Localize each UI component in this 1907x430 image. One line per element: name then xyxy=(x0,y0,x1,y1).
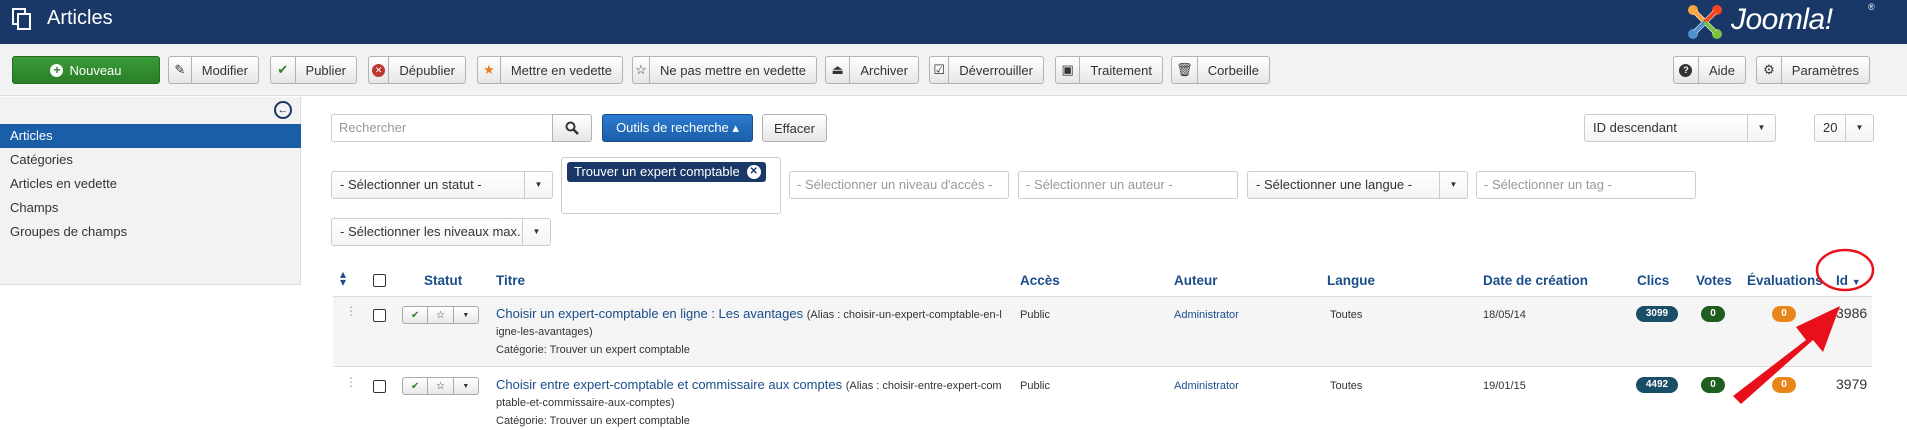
annotation-arrow xyxy=(1733,306,1840,404)
annotation-overlay xyxy=(1733,248,1875,404)
annotation-circle xyxy=(1815,248,1875,292)
